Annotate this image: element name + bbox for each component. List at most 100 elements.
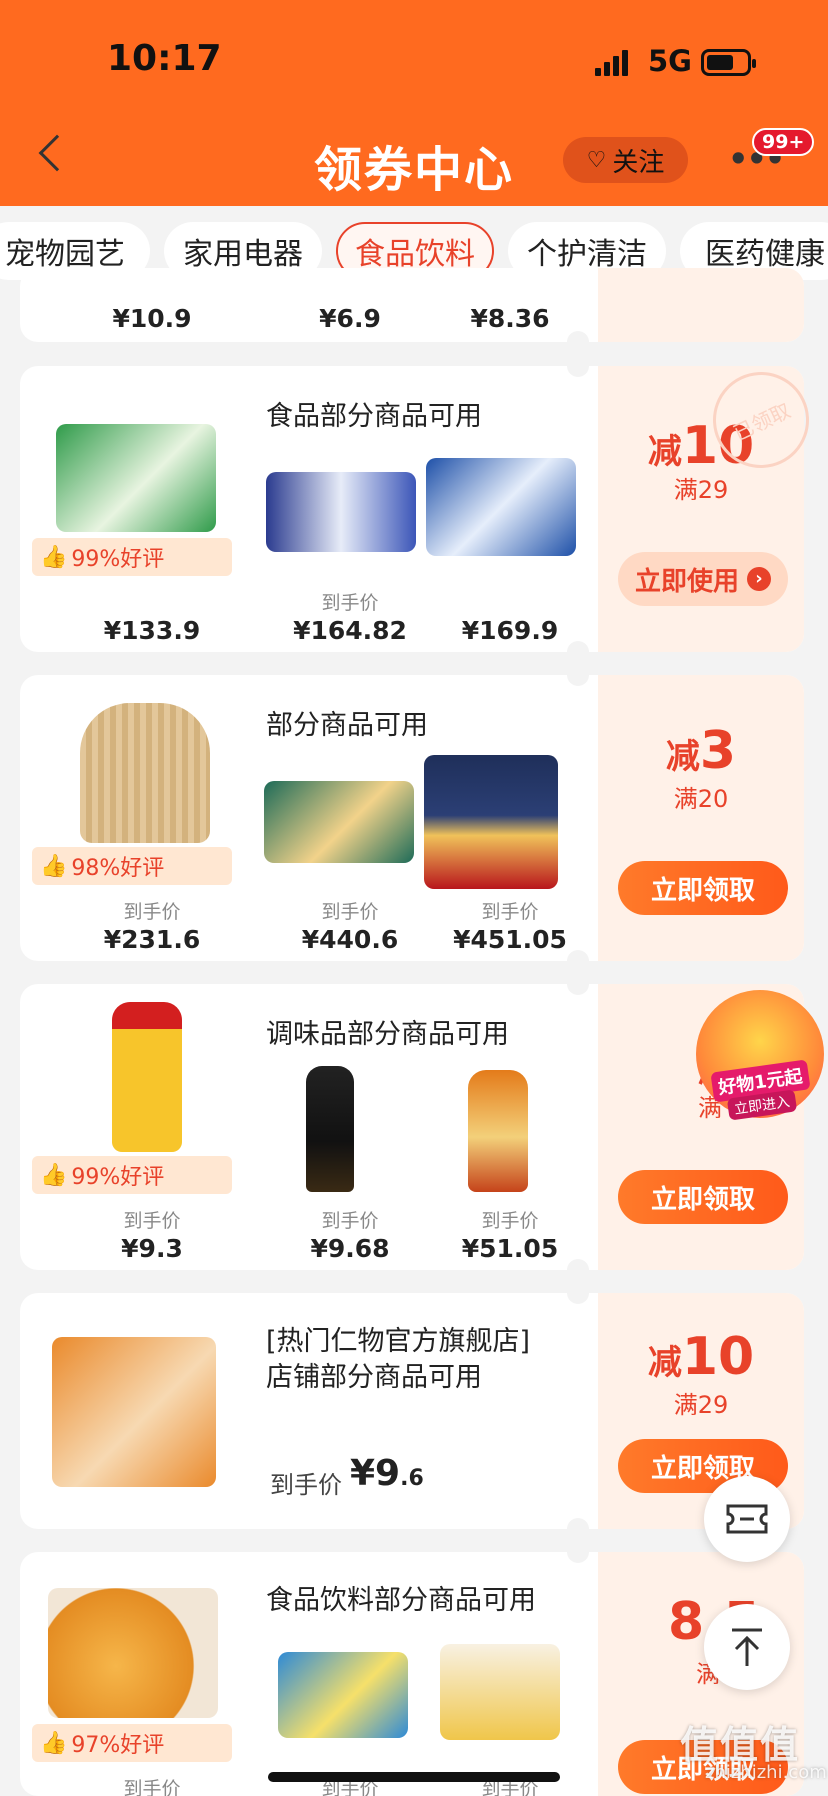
coupon-scope: 调味品部分商品可用: [266, 1019, 509, 1050]
button-label: 立即领取: [650, 875, 755, 906]
thumbs-up-icon: 👍: [40, 1162, 68, 1188]
coupon-card: ¥10.9 ¥6.9 ¥8.36: [20, 268, 804, 342]
product-price: ¥10.9: [112, 304, 192, 333]
product-image[interactable]: [278, 1652, 408, 1738]
product-price: ¥451.05: [453, 925, 567, 954]
watermark-url: zhizhizhi.com: [705, 1762, 827, 1783]
product-price: ¥6.9: [319, 304, 381, 333]
product-image[interactable]: [80, 703, 210, 843]
coupon-card[interactable]: [热门仁物官方旗舰店] 店铺部分商品可用 到手价 ¥9.6 减10 满29 立即…: [20, 1293, 804, 1529]
final-price-label: 到手价: [321, 1210, 379, 1232]
product-image[interactable]: [48, 1588, 218, 1718]
discount-condition: 满20: [673, 785, 729, 813]
card-notch: [567, 1518, 589, 1540]
card-notch: [567, 331, 589, 353]
card-notch: [567, 664, 589, 686]
final-price-label: 到手价: [123, 901, 181, 923]
rating-text: 98%好评: [71, 856, 165, 881]
claim-now-button[interactable]: 立即领取: [618, 861, 788, 915]
status-time: 10:17: [107, 38, 222, 79]
price-integer: ¥9: [350, 1453, 401, 1494]
heart-icon: ♡: [586, 147, 607, 173]
thumbs-up-icon: 👍: [40, 853, 68, 879]
network-type: 5G: [648, 44, 692, 78]
home-indicator: [268, 1772, 560, 1782]
product-image[interactable]: [112, 1002, 182, 1152]
coupon-right-panel: [598, 675, 804, 961]
thumbs-up-icon: 👍: [40, 1730, 68, 1756]
product-image[interactable]: [266, 472, 416, 552]
coupon-card[interactable]: 调味品部分商品可用 👍 99%好评 到手价 到手价 到手价 ¥9.3 ¥9.68 …: [20, 984, 804, 1270]
button-label: 立即使用: [634, 566, 739, 597]
price-decimal: .6: [400, 1466, 424, 1491]
discount-prefix: 减: [647, 1343, 682, 1383]
chevron-right-icon: ›: [747, 567, 771, 591]
card-notch: [567, 973, 589, 995]
message-count-badge: 99+: [752, 128, 815, 156]
product-image[interactable]: [468, 1070, 528, 1192]
product-image[interactable]: [52, 1337, 216, 1487]
use-now-button[interactable]: 立即使用 ›: [618, 552, 788, 606]
discount-prefix: 减: [647, 432, 682, 472]
back-to-top-button[interactable]: [704, 1604, 790, 1690]
coupon-wallet-button[interactable]: [704, 1476, 790, 1562]
product-price: ¥8.36: [470, 304, 550, 333]
product-image[interactable]: [306, 1066, 354, 1192]
final-price-label: 到手价: [321, 901, 379, 923]
coupon-right-panel: [598, 268, 804, 342]
discount-prefix: 减: [665, 737, 700, 777]
discount-value: 10: [681, 1327, 755, 1387]
product-image[interactable]: [56, 424, 216, 532]
app-header: 10:17 5G 领券中心 ♡ 关注 ••• 99+: [0, 0, 828, 206]
tab-label: 个护清洁: [527, 237, 647, 272]
final-price-label: 到手价: [270, 1471, 342, 1499]
watermark: 值值值: [680, 1723, 801, 1767]
card-notch: [567, 1282, 589, 1304]
product-price: ¥231.6: [103, 925, 201, 954]
product-price: ¥9.68: [310, 1234, 390, 1263]
product-image[interactable]: [426, 458, 576, 556]
thumbs-up-icon: 👍: [40, 544, 68, 570]
coupon-card[interactable]: 食品部分商品可用 👍 99%好评 到手价 ¥133.9 ¥164.82 ¥169.…: [20, 366, 804, 652]
discount-condition: 满29: [673, 1391, 729, 1419]
claim-now-button[interactable]: 立即领取: [618, 1170, 788, 1224]
rating-text: 97%好评: [71, 1733, 165, 1758]
product-image[interactable]: [424, 755, 558, 889]
signal-icon: [595, 50, 629, 76]
tab-label: 医药健康: [705, 237, 825, 272]
tab-label: 宠物园艺: [5, 237, 125, 272]
rating-text: 99%好评: [71, 1165, 165, 1190]
battery-icon: [701, 49, 756, 76]
product-price: ¥9.3: [121, 1234, 183, 1263]
follow-label: 关注: [612, 147, 665, 178]
final-price-label: 到手价: [123, 1210, 181, 1232]
discount-condition: 满29: [673, 476, 729, 504]
tab-label: 家用电器: [183, 237, 303, 272]
rating-badge: 👍 97%好评: [32, 1724, 232, 1762]
coupon-scope: 食品饮料部分商品可用: [266, 1585, 536, 1616]
product-price: ¥133.9: [103, 616, 201, 645]
product-price: ¥164.82: [293, 616, 407, 645]
store-name: [热门仁物官方旗舰店]: [266, 1326, 531, 1357]
product-price: ¥440.6: [301, 925, 399, 954]
card-notch: [567, 950, 589, 972]
ticket-icon: [726, 1504, 768, 1534]
page-title: 领券中心: [313, 142, 514, 198]
rating-badge: 👍 99%好评: [32, 538, 232, 576]
final-price-label: 到手价: [481, 1210, 539, 1232]
rating-badge: 👍 98%好评: [32, 847, 232, 885]
follow-button[interactable]: ♡ 关注: [563, 137, 688, 183]
product-image[interactable]: [440, 1644, 560, 1740]
coupon-card[interactable]: 部分商品可用 👍 98%好评 到手价 到手价 到手价 ¥231.6 ¥440.6 …: [20, 675, 804, 961]
rating-badge: 👍 99%好评: [32, 1156, 232, 1194]
card-notch: [567, 355, 589, 377]
button-label: 立即领取: [650, 1184, 755, 1215]
card-notch: [567, 1259, 589, 1281]
coupon-scope: 食品部分商品可用: [266, 401, 482, 432]
rating-text: 99%好评: [71, 547, 165, 572]
tab-label: 食品饮料: [355, 237, 475, 272]
product-image[interactable]: [264, 781, 414, 863]
arrow-up-icon: [732, 1628, 762, 1666]
coupon-scope: 店铺部分商品可用: [266, 1362, 482, 1393]
card-notch: [567, 641, 589, 663]
